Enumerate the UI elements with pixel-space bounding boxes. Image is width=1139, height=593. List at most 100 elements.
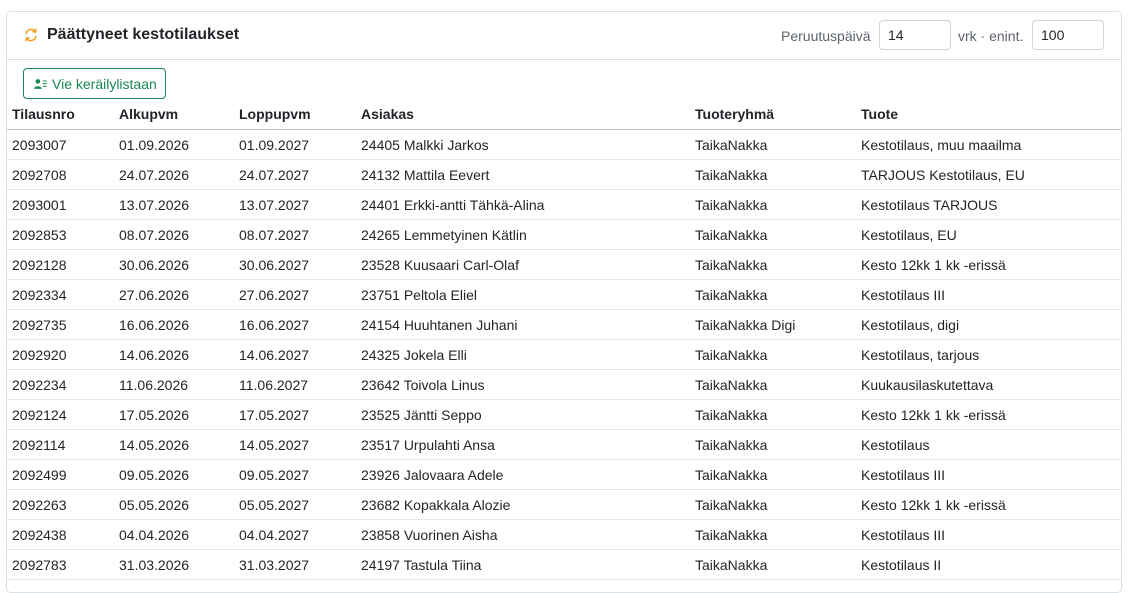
- product-group-cell: TaikaNakka: [690, 399, 856, 430]
- column-header-order-number[interactable]: Tilausnro: [7, 99, 114, 130]
- customer-cell: 23858 Vuorinen Aisha: [356, 519, 690, 550]
- order-number-cell: 2093001: [7, 189, 114, 220]
- customer-cell: 23682 Kopakkala Alozie: [356, 489, 690, 520]
- end-date-cell: 16.06.2027: [234, 309, 356, 340]
- product-cell: Kuukausilaskutettava: [856, 369, 1121, 400]
- user-list-icon: [34, 78, 47, 89]
- end-date-cell: 17.05.2027: [234, 399, 356, 430]
- customer-cell: 24265 Lemmetyinen Kätlin: [356, 219, 690, 250]
- product-cell: Kestotilaus III: [856, 459, 1121, 490]
- expired-subscriptions-panel: Päättyneet kestotilaukset Peruutuspäivä …: [6, 11, 1122, 593]
- order-number-cell: 2092499: [7, 459, 114, 490]
- column-header-product[interactable]: Tuote: [856, 99, 1121, 130]
- start-date-cell: 14.06.2026: [114, 339, 234, 370]
- end-date-cell: 13.07.2027: [234, 189, 356, 220]
- table-row[interactable]: 2093001 13.07.2026 13.07.2027 24401 Erkki-a…: [7, 189, 1121, 220]
- order-number-cell: 2092853: [7, 219, 114, 250]
- table-row[interactable]: 2093007 01.09.2026 01.09.2027 24405 Malkki …: [7, 129, 1121, 160]
- product-group-cell: TaikaNakka: [690, 519, 856, 550]
- add-to-picklist-label: Vie keräilylistaan: [52, 75, 157, 92]
- start-date-cell: 14.05.2026: [114, 429, 234, 460]
- table-row[interactable]: 2092438 04.04.2026 04.04.2027 23858 Vuorine…: [7, 519, 1121, 550]
- page-title: Päättyneet kestotilaukset: [47, 26, 240, 43]
- product-cell: Kesto 12kk 1 kk -erissä: [856, 399, 1121, 430]
- end-date-cell: 01.09.2027: [234, 129, 356, 160]
- max-count-input[interactable]: [1032, 20, 1104, 50]
- end-date-cell: 14.05.2027: [234, 429, 356, 460]
- start-date-cell: 09.05.2026: [114, 459, 234, 490]
- product-cell: Kestotilaus III: [856, 279, 1121, 310]
- column-header-product-group[interactable]: Tuoteryhmä: [690, 99, 856, 130]
- customer-cell: 23642 Toivola Linus: [356, 369, 690, 400]
- max-label: vrk · enint.: [958, 28, 1024, 44]
- table-row[interactable]: 2092334 27.06.2026 27.06.2027 23751 Peltola…: [7, 279, 1121, 310]
- product-cell: Kesto 12kk 1 kk -erissä: [856, 249, 1121, 280]
- customer-cell: 23517 Urpulahti Ansa: [356, 429, 690, 460]
- order-number-cell: 2092234: [7, 369, 114, 400]
- product-group-cell: TaikaNakka: [690, 549, 856, 580]
- product-group-cell: TaikaNakka Digi: [690, 309, 856, 340]
- customer-cell: 24154 Huuhtanen Juhani: [356, 309, 690, 340]
- product-group-cell: TaikaNakka: [690, 429, 856, 460]
- column-header-start-date[interactable]: Alkupvm: [114, 99, 234, 130]
- start-date-cell: 13.07.2026: [114, 189, 234, 220]
- end-date-cell: 31.03.2027: [234, 549, 356, 580]
- start-date-cell: 04.04.2026: [114, 519, 234, 550]
- start-date-cell: 30.06.2026: [114, 249, 234, 280]
- table-row[interactable]: 2092263 05.05.2026 05.05.2027 23682 Kopakka…: [7, 489, 1121, 520]
- product-cell: Kestotilaus TARJOUS: [856, 189, 1121, 220]
- column-header-customer[interactable]: Asiakas: [356, 99, 690, 130]
- table-row[interactable]: 2092124 17.05.2026 17.05.2027 23525 Jäntti …: [7, 399, 1121, 430]
- product-group-cell: TaikaNakka: [690, 189, 856, 220]
- product-cell: Kestotilaus II: [856, 549, 1121, 580]
- product-group-cell: TaikaNakka: [690, 339, 856, 370]
- end-date-cell: 09.05.2027: [234, 459, 356, 490]
- refresh-icon: [25, 28, 37, 42]
- end-date-cell: 27.06.2027: [234, 279, 356, 310]
- start-date-cell: 11.06.2026: [114, 369, 234, 400]
- table-row[interactable]: 2092128 30.06.2026 30.06.2027 23528 Kuusaar…: [7, 249, 1121, 280]
- product-group-cell: TaikaNakka: [690, 129, 856, 160]
- customer-cell: 23751 Peltola Eliel: [356, 279, 690, 310]
- table-row[interactable]: 2092853 08.07.2026 08.07.2027 24265 Lemmety…: [7, 219, 1121, 250]
- product-cell: TARJOUS Kestotilaus, EU: [856, 159, 1121, 190]
- column-header-end-date[interactable]: Loppupvm: [234, 99, 356, 130]
- order-number-cell: 2092920: [7, 339, 114, 370]
- table-row[interactable]: 2092735 16.06.2026 16.06.2027 24154 Huuhtan…: [7, 309, 1121, 340]
- table-row[interactable]: 2092783 31.03.2026 31.03.2027 24197 Tastula…: [7, 549, 1121, 580]
- add-to-picklist-button[interactable]: Vie keräilylistaan: [23, 68, 166, 99]
- start-date-cell: 17.05.2026: [114, 399, 234, 430]
- order-number-cell: 2092438: [7, 519, 114, 550]
- start-date-cell: 08.07.2026: [114, 219, 234, 250]
- table-row[interactable]: 2092499 09.05.2026 09.05.2027 23926 Jalovaa…: [7, 459, 1121, 490]
- end-date-cell: 30.06.2027: [234, 249, 356, 280]
- end-date-cell: 24.07.2027: [234, 159, 356, 190]
- start-date-cell: 01.09.2026: [114, 129, 234, 160]
- start-date-cell: 31.03.2026: [114, 549, 234, 580]
- order-number-cell: 2092334: [7, 279, 114, 310]
- product-group-cell: TaikaNakka: [690, 279, 856, 310]
- start-date-cell: 16.06.2026: [114, 309, 234, 340]
- table-row[interactable]: 2092114 14.05.2026 14.05.2027 23517 Urpulah…: [7, 429, 1121, 460]
- subscriptions-table: Tilausnro Alkupvm Loppupvm Asiakas Tuote…: [7, 99, 1121, 580]
- product-group-cell: TaikaNakka: [690, 219, 856, 250]
- order-number-cell: 2092783: [7, 549, 114, 580]
- end-date-cell: 05.05.2027: [234, 489, 356, 520]
- end-date-cell: 14.06.2027: [234, 339, 356, 370]
- product-group-cell: TaikaNakka: [690, 249, 856, 280]
- end-date-cell: 11.06.2027: [234, 369, 356, 400]
- panel-header: Päättyneet kestotilaukset Peruutuspäivä …: [7, 12, 1121, 60]
- start-date-cell: 05.05.2026: [114, 489, 234, 520]
- order-number-cell: 2092708: [7, 159, 114, 190]
- table-row[interactable]: 2092234 11.06.2026 11.06.2027 23642 Toivola…: [7, 369, 1121, 400]
- table-row[interactable]: 2092920 14.06.2026 14.06.2027 24325 Jokela …: [7, 339, 1121, 370]
- product-group-cell: TaikaNakka: [690, 489, 856, 520]
- product-cell: Kestotilaus, tarjous: [856, 339, 1121, 370]
- product-group-cell: TaikaNakka: [690, 459, 856, 490]
- start-date-cell: 24.07.2026: [114, 159, 234, 190]
- order-number-cell: 2092735: [7, 309, 114, 340]
- customer-cell: 23525 Jäntti Seppo: [356, 399, 690, 430]
- table-row[interactable]: 2092708 24.07.2026 24.07.2027 24132 Mattila…: [7, 159, 1121, 190]
- cancel-days-input[interactable]: [879, 20, 951, 50]
- customer-cell: 24197 Tastula Tiina: [356, 549, 690, 580]
